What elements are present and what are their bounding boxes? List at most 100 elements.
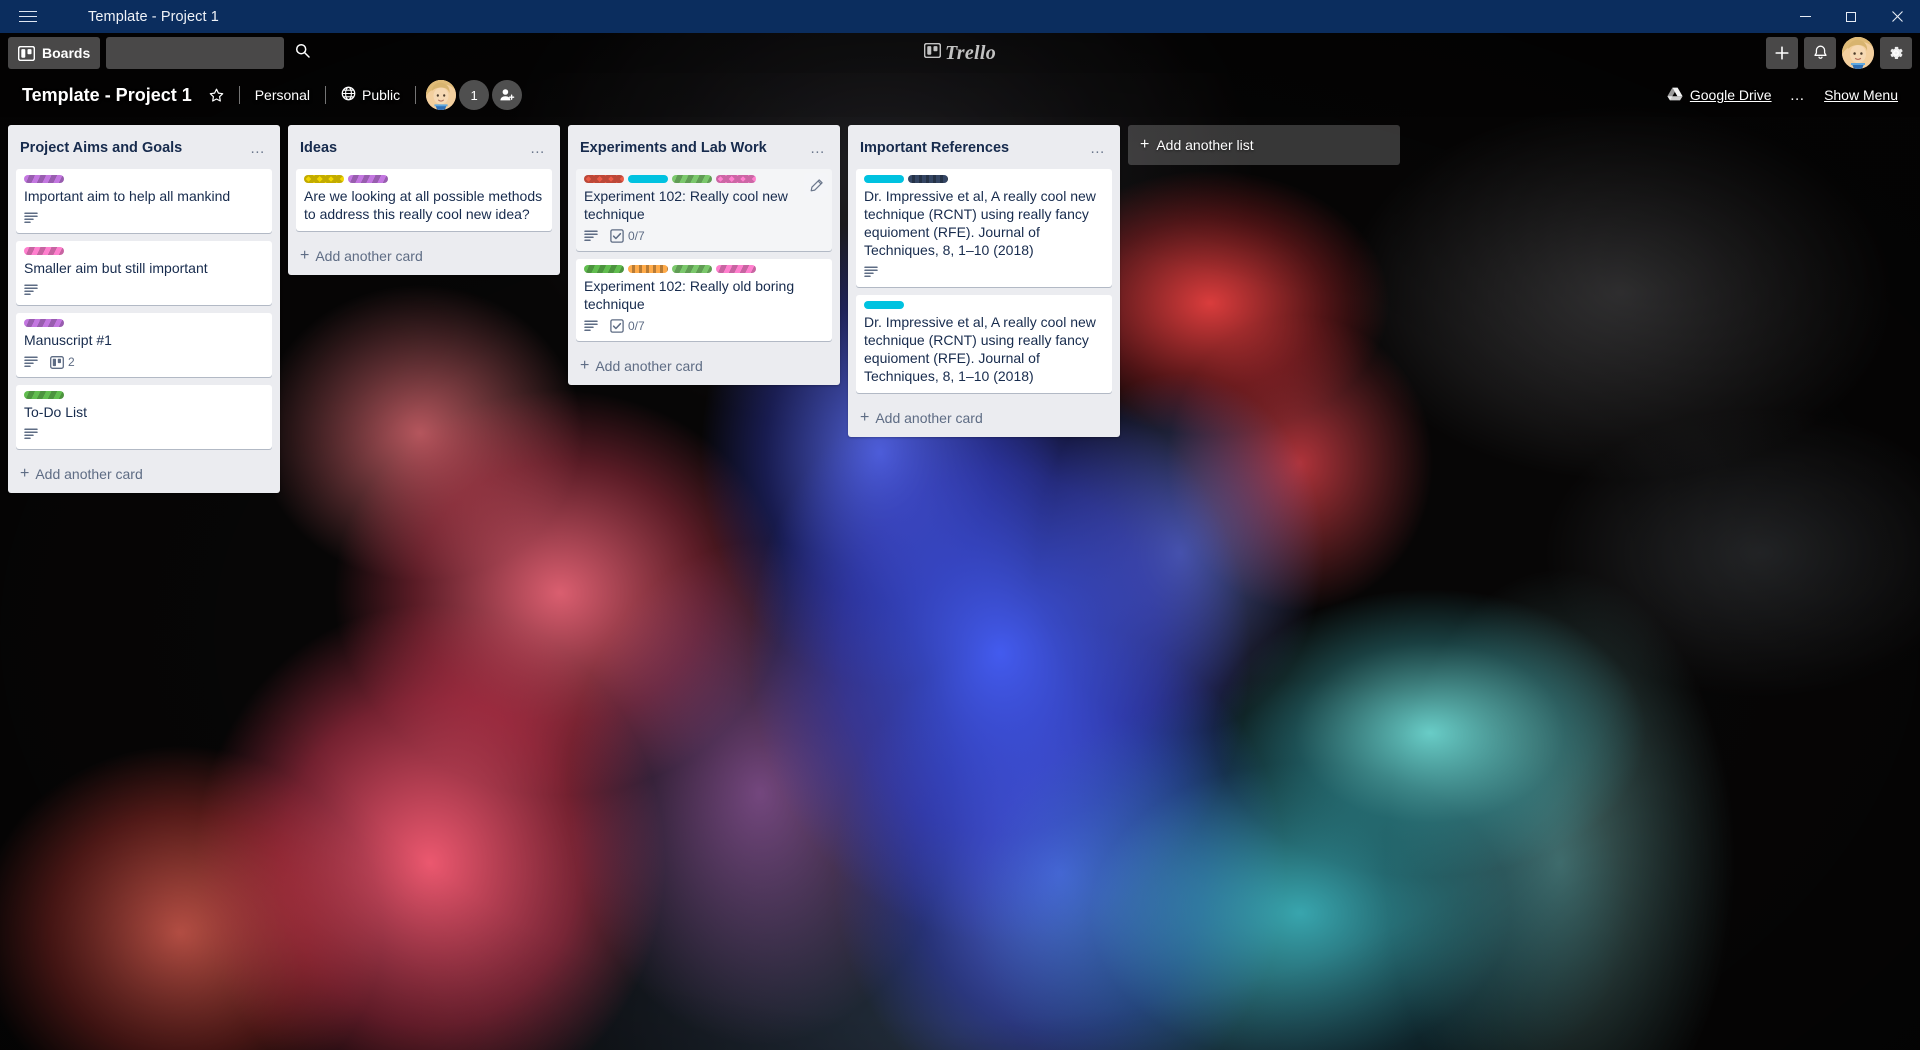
- card-badge-description: [584, 319, 598, 333]
- list-header: Ideas…: [288, 125, 560, 169]
- google-drive-button[interactable]: Google Drive: [1659, 81, 1780, 110]
- header-divider: [415, 86, 417, 104]
- team-name-label: Personal: [254, 87, 310, 103]
- description-icon: [24, 427, 38, 441]
- board-card[interactable]: Dr. Impressive et al, A really cool new …: [856, 295, 1112, 393]
- add-list-label: Add another list: [1156, 137, 1254, 153]
- card-label-light-green[interactable]: [672, 265, 712, 273]
- card-labels: [24, 247, 264, 255]
- card-label-red[interactable]: [584, 175, 624, 183]
- list-menu-icon[interactable]: …: [524, 135, 552, 161]
- show-menu-button[interactable]: Show Menu: [1816, 81, 1906, 109]
- board-card[interactable]: Smaller aim but still important: [16, 241, 272, 305]
- boards-button[interactable]: Boards: [8, 37, 101, 69]
- list-menu-icon[interactable]: …: [804, 135, 832, 161]
- board-card[interactable]: Important aim to help all mankind: [16, 169, 272, 233]
- board-card[interactable]: To-Do List: [16, 385, 272, 449]
- edit-card-icon[interactable]: [804, 173, 828, 197]
- checklist-icon: [610, 319, 624, 333]
- card-badges: 2: [24, 353, 264, 373]
- add-icon[interactable]: [1766, 37, 1798, 69]
- card-title: Smaller aim but still important: [24, 260, 208, 276]
- card-label-purple[interactable]: [24, 175, 64, 183]
- card-title: To-Do List: [24, 404, 88, 420]
- hamburger-menu-icon[interactable]: [0, 0, 56, 33]
- search-box[interactable]: [106, 37, 310, 69]
- card-label-green[interactable]: [24, 391, 64, 399]
- team-name[interactable]: Personal: [246, 81, 319, 109]
- add-card-label: Add another card: [875, 410, 983, 426]
- list-cards: Important aim to help all mankind Smalle…: [8, 169, 280, 457]
- list-cards: Dr. Impressive et al, A really cool new …: [848, 169, 1120, 401]
- add-card-button[interactable]: + Add another card: [568, 349, 840, 385]
- list-menu-icon[interactable]: …: [244, 135, 272, 161]
- list-menu-icon[interactable]: …: [1084, 135, 1112, 161]
- member-avatar[interactable]: [426, 80, 457, 110]
- bell-icon[interactable]: [1804, 37, 1836, 69]
- trello-logo[interactable]: Trello: [923, 41, 997, 65]
- card-label-yellow[interactable]: [304, 175, 344, 183]
- card-label-black[interactable]: [908, 175, 948, 183]
- card-label-pink[interactable]: [716, 175, 756, 183]
- card-badge-description: [24, 355, 38, 369]
- header-divider: [324, 86, 326, 104]
- minimize-button[interactable]: [1782, 0, 1828, 33]
- card-label-purple[interactable]: [24, 319, 64, 327]
- add-member-icon[interactable]: [492, 80, 523, 110]
- card-badges: [24, 425, 264, 445]
- add-list-button[interactable]: + Add another list: [1128, 125, 1400, 165]
- visibility-button[interactable]: Public: [332, 80, 409, 110]
- star-icon[interactable]: [200, 82, 233, 109]
- board-more-menu[interactable]: …: [1784, 83, 1813, 108]
- card-label-sky[interactable]: [864, 175, 904, 183]
- maximize-button[interactable]: [1828, 0, 1874, 33]
- boards-button-label: Boards: [42, 45, 91, 61]
- list-title[interactable]: Important References: [860, 140, 1084, 156]
- card-label-pink[interactable]: [24, 247, 64, 255]
- list-title[interactable]: Experiments and Lab Work: [580, 140, 804, 156]
- board-card[interactable]: Experiment 102: Really cool new techniqu…: [576, 169, 832, 251]
- card-labels: [24, 391, 264, 399]
- card-label-sky[interactable]: [864, 301, 904, 309]
- user-avatar[interactable]: [1842, 37, 1874, 69]
- card-badge-description: [24, 427, 38, 441]
- trello-app-window: Template - Project 1 Boards Trello Templ…: [0, 0, 1920, 1050]
- list-title[interactable]: Project Aims and Goals: [20, 140, 244, 156]
- card-badge-description: [584, 229, 598, 243]
- card-badges: 0/7: [584, 227, 824, 247]
- card-label-sky[interactable]: [628, 175, 668, 183]
- card-badge-description: [24, 283, 38, 297]
- card-title: Experiment 102: Really old boring techni…: [584, 278, 795, 312]
- gear-icon[interactable]: [1880, 37, 1912, 69]
- search-input[interactable]: [114, 45, 296, 61]
- header-divider: [238, 86, 240, 104]
- board-card[interactable]: Experiment 102: Really old boring techni…: [576, 259, 832, 341]
- trello-logo-text: Trello: [944, 41, 997, 64]
- add-card-button[interactable]: + Add another card: [288, 239, 560, 275]
- search-icon[interactable]: [295, 43, 310, 63]
- close-icon[interactable]: [1874, 0, 1920, 33]
- board-title[interactable]: Template - Project 1: [14, 81, 200, 110]
- card-label-purple[interactable]: [348, 175, 388, 183]
- card-labels: [584, 265, 824, 273]
- card-badge-description: [864, 265, 878, 279]
- board-card[interactable]: Are we looking at all possible methods t…: [296, 169, 552, 231]
- add-card-button[interactable]: + Add another card: [8, 457, 280, 493]
- plus-icon: +: [20, 465, 30, 482]
- card-labels: [24, 175, 264, 183]
- card-badge-description: [24, 211, 38, 225]
- board-list: Ideas… Are we looking at all possible met…: [288, 125, 560, 275]
- description-icon: [24, 283, 38, 297]
- card-label-pink[interactable]: [716, 265, 756, 273]
- member-count-badge[interactable]: 1: [459, 80, 490, 110]
- board-card[interactable]: Manuscript #1 2: [16, 313, 272, 377]
- card-title: Experiment 102: Really cool new techniqu…: [584, 188, 788, 222]
- board-card[interactable]: Dr. Impressive et al, A really cool new …: [856, 169, 1112, 287]
- card-label-green[interactable]: [584, 265, 624, 273]
- list-title[interactable]: Ideas: [300, 140, 524, 156]
- card-title: Dr. Impressive et al, A really cool new …: [864, 188, 1096, 258]
- list-header: Important References…: [848, 125, 1120, 169]
- add-card-button[interactable]: + Add another card: [848, 401, 1120, 437]
- card-label-light-green[interactable]: [672, 175, 712, 183]
- card-label-orange[interactable]: [628, 265, 668, 273]
